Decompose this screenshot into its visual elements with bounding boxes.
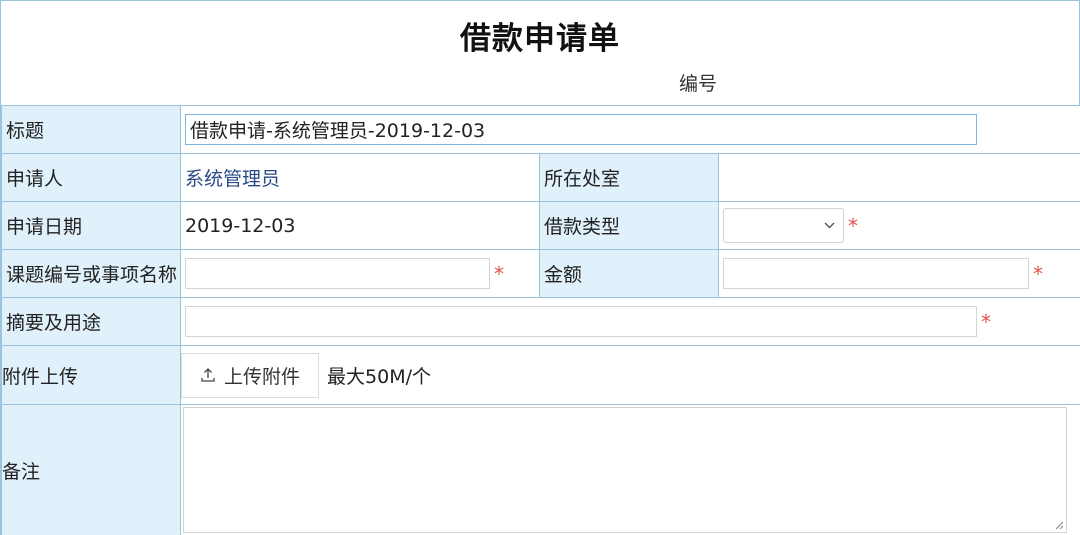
summary-label: 摘要及用途 (1, 297, 181, 346)
form-row-applicant: 申请人 系统管理员 所在处室 (1, 153, 1080, 202)
amount-cell: * (717, 249, 1080, 298)
department-value (717, 153, 1080, 202)
form-row-remarks: 备注 (1, 404, 1080, 535)
loan-application-form: 借款申请单 编号 标题 申请人 系统管理员 所在处室 申请日期 2019-12-… (0, 0, 1080, 535)
project-label: 课题编号或事项名称 (1, 249, 181, 298)
form-row-summary: 摘要及用途 * (1, 297, 1080, 346)
upload-attachment-button[interactable]: 上传附件 (181, 352, 320, 398)
required-mark: * (981, 309, 991, 334)
upload-button-label: 上传附件 (224, 365, 301, 388)
serial-number-label: 编号 (679, 73, 718, 95)
amount-input[interactable] (723, 258, 1029, 289)
required-mark: * (848, 213, 858, 238)
form-row-attachment: 附件上传 上传附件 最大50M/个 (1, 345, 1080, 405)
project-cell: * (180, 249, 540, 298)
remarks-cell (179, 404, 1080, 535)
upload-size-hint: 最大50M/个 (327, 365, 431, 388)
form-title: 借款申请单 (460, 21, 620, 57)
loan-type-cell: * (717, 201, 1080, 250)
department-label: 所在处室 (539, 153, 719, 202)
applicant-cell: 系统管理员 (180, 153, 540, 202)
subject-label: 标题 (1, 105, 181, 154)
applicant-value[interactable]: 系统管理员 (185, 168, 280, 190)
summary-input[interactable] (185, 306, 977, 337)
loan-type-label: 借款类型 (539, 201, 719, 250)
amount-label: 金额 (539, 249, 719, 298)
remarks-textarea[interactable] (183, 407, 1067, 533)
summary-cell: * (179, 297, 1080, 346)
upload-icon (201, 368, 215, 382)
attachment-cell: 上传附件 最大50M/个 (179, 345, 1080, 405)
form-row-date: 申请日期 2019-12-03 借款类型 * (1, 201, 1080, 250)
remarks-label: 备注 (1, 404, 181, 535)
apply-date-value: 2019-12-03 (180, 201, 540, 250)
required-mark: * (494, 261, 504, 286)
attachment-label: 附件上传 (1, 345, 181, 405)
applicant-label: 申请人 (1, 153, 181, 202)
apply-date-label: 申请日期 (1, 201, 181, 250)
resize-handle-icon[interactable] (1054, 520, 1064, 530)
project-input[interactable] (185, 258, 490, 289)
subject-cell (179, 105, 1080, 154)
chevron-down-icon (824, 222, 835, 229)
subject-input[interactable] (185, 114, 977, 145)
required-mark: * (1033, 261, 1043, 286)
loan-type-select[interactable] (723, 208, 844, 243)
form-row-project: 课题编号或事项名称 * 金额 * (1, 249, 1080, 298)
form-table: 标题 申请人 系统管理员 所在处室 申请日期 2019-12-03 借款类型 (1, 105, 1080, 535)
form-row-subject: 标题 (1, 105, 1080, 154)
